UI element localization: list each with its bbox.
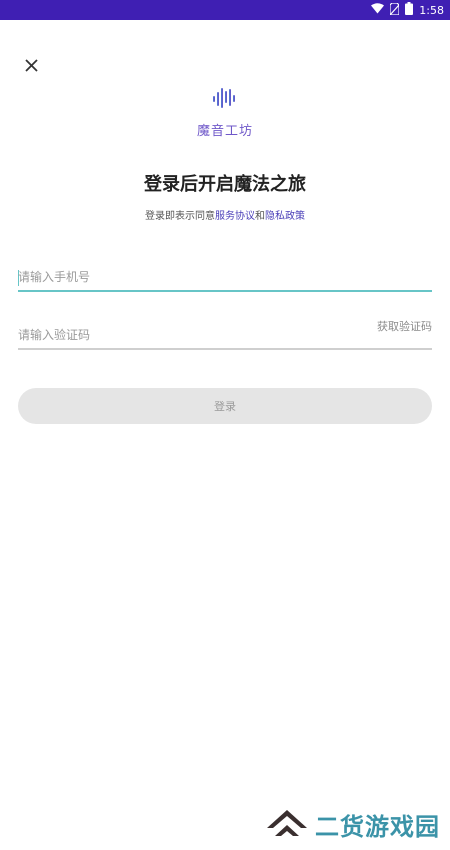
no-sim-icon bbox=[389, 1, 400, 18]
login-button[interactable]: 登录 bbox=[18, 388, 432, 424]
wifi-icon bbox=[371, 3, 385, 17]
agreement-prefix: 登录即表示同意 bbox=[145, 211, 215, 222]
sound-wave-icon bbox=[213, 88, 237, 112]
status-bar: 1:58 bbox=[0, 0, 450, 20]
page-title: 登录后开启魔法之旅 bbox=[144, 174, 306, 195]
watermark-logo-icon bbox=[265, 806, 309, 842]
phone-input[interactable] bbox=[18, 266, 348, 288]
login-screen: 1:58 魔音工坊 登录后开启魔法之旅 登录即表示同意服务协议和隐私政策 请输入… bbox=[0, 0, 450, 850]
close-button[interactable] bbox=[20, 55, 42, 77]
watermark-text: 二货游戏园 bbox=[315, 812, 440, 841]
get-code-button[interactable]: 获取验证码 bbox=[377, 318, 432, 334]
close-icon bbox=[24, 57, 38, 76]
app-logo: 魔音工坊 bbox=[0, 88, 450, 139]
verification-code-input[interactable] bbox=[18, 324, 348, 346]
status-time: 1:58 bbox=[419, 3, 444, 17]
battery-icon bbox=[405, 2, 414, 18]
status-icons: 1:58 bbox=[371, 0, 444, 20]
service-agreement-link[interactable]: 服务协议 bbox=[215, 211, 255, 222]
watermark: 二货游戏园 bbox=[265, 806, 440, 842]
code-field: 获取验证码 bbox=[18, 320, 432, 350]
agreement-and: 和 bbox=[255, 211, 265, 222]
privacy-policy-link[interactable]: 隐私政策 bbox=[265, 211, 305, 222]
agreement-text: 登录即表示同意服务协议和隐私政策 bbox=[0, 207, 450, 222]
app-name: 魔音工坊 bbox=[196, 124, 253, 139]
phone-field bbox=[18, 262, 432, 292]
